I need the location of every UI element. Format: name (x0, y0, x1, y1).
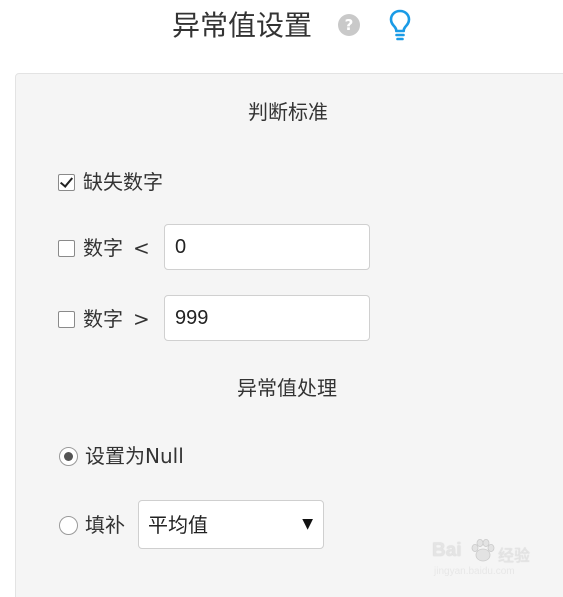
dropdown-arrow-icon: ▼ (302, 516, 313, 532)
less-than-label: 数字 (83, 236, 123, 260)
greater-than-option[interactable]: 数字 > (58, 306, 150, 332)
less-than-input[interactable] (164, 224, 370, 270)
set-null-radio[interactable] (59, 446, 78, 466)
greater-than-checkbox[interactable] (58, 310, 75, 328)
lightbulb-icon[interactable] (388, 8, 412, 44)
greater-than-label: 数字 (83, 307, 123, 331)
question-circle-icon[interactable]: ? (338, 14, 360, 36)
watermark-suffix: 经验 (498, 546, 531, 565)
dialog-header: 异常值设置 ? (0, 0, 563, 60)
less-than-checkbox[interactable] (58, 239, 75, 257)
criteria-section-title: 判断标准 (248, 100, 328, 124)
less-than-option[interactable]: 数字 < (58, 235, 150, 261)
missing-number-checkbox[interactable] (58, 173, 75, 191)
watermark-brand: Bai (432, 540, 462, 561)
fill-method-select[interactable]: 平均值 ▼ (138, 500, 324, 549)
set-null-option[interactable]: 设置为Null (59, 443, 184, 469)
greater-than-operator: > (133, 307, 150, 331)
fill-label: 填补 (85, 513, 125, 537)
less-than-operator: < (133, 236, 150, 260)
watermark-url: jingyan.baidu.com (434, 566, 515, 577)
set-null-label: 设置为Null (85, 444, 184, 468)
missing-number-label: 缺失数字 (83, 170, 163, 194)
fill-radio[interactable] (59, 515, 78, 535)
missing-number-option[interactable]: 缺失数字 (58, 169, 163, 195)
fill-option[interactable]: 填补 (59, 512, 125, 538)
paw-logo-icon (471, 539, 495, 562)
fill-method-value: 平均值 (148, 513, 208, 537)
page-title: 异常值设置 (172, 9, 313, 42)
greater-than-input[interactable] (164, 295, 370, 341)
baidu-jingyan-watermark: Bai 经验 jingyan.baidu.com (432, 538, 552, 584)
handling-section-title: 异常值处理 (237, 376, 337, 400)
